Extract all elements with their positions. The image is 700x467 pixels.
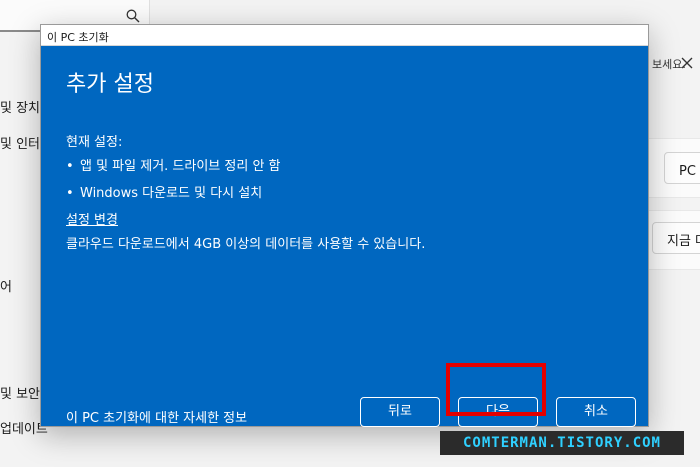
more-info-link[interactable]: 이 PC 초기화에 대한 자세한 정보: [66, 407, 247, 426]
dialog-heading: 추가 설정: [66, 72, 154, 97]
reset-pc-button[interactable]: PC 초기화: [664, 152, 700, 184]
back-button[interactable]: 뒤로: [360, 397, 440, 427]
search-icon: [126, 9, 140, 23]
close-icon[interactable]: [680, 56, 694, 70]
dialog-title: 이 PC 초기화: [41, 25, 648, 46]
setting-item: • Windows 다운로드 및 다시 설치: [66, 182, 262, 201]
cloud-download-info: 클라우드 다운로드에서 4GB 이상의 데이터를 사용할 수 있습니다.: [66, 237, 426, 252]
reset-pc-dialog: 이 PC 초기화 추가 설정 현재 설정: • 앱 및 파일 제거. 드라이브 정…: [40, 24, 649, 427]
nav-item-devices[interactable]: 및 장치: [0, 97, 40, 116]
change-settings-link[interactable]: 설정 변경: [66, 209, 118, 228]
bullet-icon: •: [66, 159, 74, 174]
current-settings-label: 현재 설정:: [66, 135, 123, 150]
bullet-icon: •: [66, 186, 74, 201]
setting-item-text: Windows 다운로드 및 다시 설치: [80, 186, 263, 201]
watermark: COMTERMAN.TISTORY.COM: [440, 431, 684, 455]
nav-item-privacy[interactable]: 및 보안: [0, 383, 40, 402]
cancel-button[interactable]: 취소: [556, 397, 636, 427]
dialog-body: 추가 설정 현재 설정: • 앱 및 파일 제거. 드라이브 정리 안 함 • Wi…: [41, 46, 648, 427]
setting-item: • 앱 및 파일 제거. 드라이브 정리 안 함: [66, 155, 281, 174]
setting-item-text: 앱 및 파일 제거. 드라이브 정리 안 함: [80, 159, 281, 174]
restart-now-button[interactable]: 지금 다시 시작: [652, 222, 700, 254]
next-button[interactable]: 다음: [458, 397, 538, 427]
nav-item-language[interactable]: 어: [0, 276, 12, 295]
